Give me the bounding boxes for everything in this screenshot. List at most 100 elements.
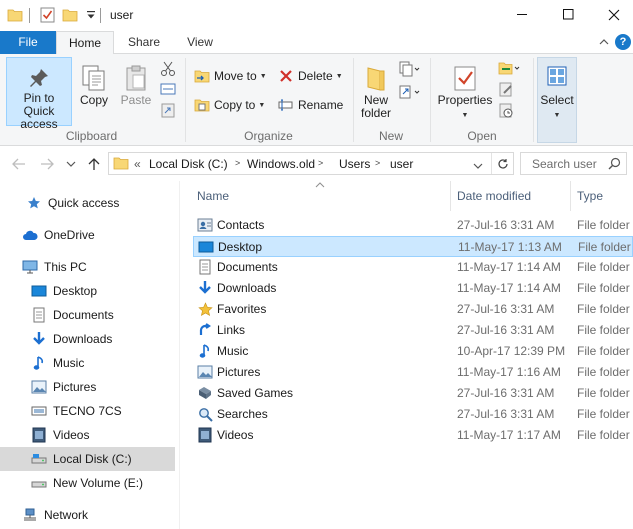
- videos-icon: [31, 427, 47, 443]
- network-icon: [22, 507, 38, 523]
- new-folder-button[interactable]: New folder: [358, 57, 394, 125]
- back-arrow-icon[interactable]: [10, 155, 28, 173]
- file-row[interactable]: Music 10-Apr-17 12:39 PM File folder: [193, 341, 633, 362]
- nav-item-quick-access[interactable]: Quick access: [0, 191, 175, 215]
- delete-button[interactable]: Delete ▼: [277, 65, 343, 87]
- breadcrumb-user[interactable]: user: [390, 157, 413, 171]
- address-bar[interactable]: « Local Disk (C:) > Windows.old > Users …: [108, 152, 514, 175]
- maximize-button[interactable]: [545, 0, 591, 29]
- nav-item-local-disk[interactable]: Local Disk (C:): [0, 447, 175, 471]
- pin-to-quick-access-button[interactable]: Pin to Quick access: [6, 57, 72, 131]
- tab-home[interactable]: Home: [56, 31, 114, 55]
- copy-path-icon[interactable]: [160, 82, 176, 99]
- open-icon[interactable]: [498, 60, 520, 79]
- cloud-icon: [22, 227, 38, 243]
- breadcrumb-local-disk[interactable]: Local Disk (C:): [149, 157, 228, 171]
- minimize-button[interactable]: [499, 0, 545, 29]
- paste-label: Paste: [120, 93, 152, 107]
- minimize-ribbon-icon[interactable]: [597, 35, 611, 49]
- rename-label: Rename: [298, 98, 344, 112]
- file-date: 10-Apr-17 12:39 PM: [457, 344, 566, 358]
- file-type: File folder: [577, 281, 630, 295]
- music-icon: [197, 343, 213, 359]
- recent-locations-icon[interactable]: [62, 155, 80, 173]
- move-to-button[interactable]: Move to ▼: [193, 65, 267, 87]
- refresh-button[interactable]: [491, 153, 513, 174]
- nav-item-network[interactable]: Network: [0, 503, 175, 527]
- column-header-date[interactable]: Date modified: [457, 189, 531, 203]
- nav-item-onedrive[interactable]: OneDrive: [0, 223, 175, 247]
- new-item-icon[interactable]: [398, 61, 420, 80]
- computer-icon: [22, 259, 38, 275]
- copy-label: Copy: [79, 93, 108, 107]
- easy-access-icon[interactable]: [398, 84, 420, 103]
- file-date: 11-May-17 1:13 AM: [458, 240, 562, 254]
- customize-toolbar-icon[interactable]: [82, 6, 100, 24]
- nav-item-videos[interactable]: Videos: [0, 423, 175, 447]
- file-row[interactable]: Pictures 11-May-17 1:16 AM File folder: [193, 362, 633, 383]
- tab-share[interactable]: Share: [116, 31, 172, 54]
- search-box[interactable]: Search user: [520, 152, 627, 175]
- file-row[interactable]: Videos 11-May-17 1:17 AM File folder: [193, 425, 633, 446]
- paste-shortcut-icon[interactable]: [160, 102, 176, 121]
- nav-item-new-volume[interactable]: New Volume (E:): [0, 471, 175, 495]
- paste-button[interactable]: Paste: [117, 57, 155, 117]
- file-row[interactable]: Contacts 27-Jul-16 3:31 AM File folder: [193, 215, 633, 236]
- file-row[interactable]: Saved Games 27-Jul-16 3:31 AM File folde…: [193, 383, 633, 404]
- new-folder-quick-icon[interactable]: [61, 6, 79, 24]
- file-date: 11-May-17 1:17 AM: [457, 428, 561, 442]
- star-icon: [26, 195, 42, 211]
- search-icon: [608, 157, 621, 173]
- nav-label: TECNO 7CS: [53, 404, 122, 418]
- file-row-selected[interactable]: Desktop 11-May-17 1:13 AM File folder: [193, 236, 633, 257]
- sort-ascending-icon: [315, 181, 325, 190]
- column-header-type[interactable]: Type: [577, 189, 603, 203]
- close-button[interactable]: [591, 0, 633, 29]
- edit-icon[interactable]: [498, 81, 514, 100]
- move-to-icon: [193, 67, 211, 85]
- copy-to-button[interactable]: Copy to ▼: [193, 94, 265, 116]
- download-icon: [31, 331, 47, 347]
- nav-item-music[interactable]: Music: [0, 351, 175, 375]
- navigation-pane: Quick access OneDrive This PC Desktop Do…: [0, 181, 180, 529]
- file-row[interactable]: Favorites 27-Jul-16 3:31 AM File folder: [193, 299, 633, 320]
- copy-button[interactable]: Copy: [77, 57, 111, 117]
- file-row[interactable]: Downloads 11-May-17 1:14 AM File folder: [193, 278, 633, 299]
- file-name: Links: [217, 323, 246, 337]
- copy-to-label: Copy to: [214, 98, 256, 112]
- nav-item-pictures[interactable]: Pictures: [0, 375, 175, 399]
- file-name: Downloads: [217, 281, 277, 295]
- tab-view[interactable]: View: [172, 31, 228, 54]
- up-arrow-icon[interactable]: [85, 155, 103, 173]
- search-placeholder: Search user: [532, 157, 597, 171]
- nav-item-tecno[interactable]: TECNO 7CS: [0, 399, 175, 423]
- address-dropdown-icon[interactable]: [473, 159, 483, 173]
- file-row[interactable]: Documents 11-May-17 1:14 AM File folder: [193, 257, 633, 278]
- file-name: Pictures: [217, 365, 261, 379]
- rename-button[interactable]: Rename: [277, 94, 343, 116]
- column-header-name[interactable]: Name: [197, 189, 229, 203]
- title-bar: user: [0, 0, 633, 31]
- history-icon[interactable]: [498, 102, 514, 121]
- breadcrumb-overflow[interactable]: «: [134, 157, 141, 171]
- file-row[interactable]: Links 27-Jul-16 3:31 AM File folder: [193, 320, 633, 341]
- nav-item-downloads[interactable]: Downloads: [0, 327, 175, 351]
- cut-icon[interactable]: [160, 61, 176, 80]
- select-button[interactable]: Select ▼: [537, 57, 577, 143]
- tab-file[interactable]: File: [0, 31, 56, 54]
- desktop-icon: [198, 239, 214, 255]
- breadcrumb-users[interactable]: Users: [339, 157, 370, 171]
- file-row[interactable]: Searches 27-Jul-16 3:31 AM File folder: [193, 404, 633, 425]
- properties-quick-icon[interactable]: [38, 6, 56, 24]
- pictures-icon: [31, 379, 47, 395]
- nav-item-this-pc[interactable]: This PC: [0, 255, 175, 279]
- properties-button[interactable]: Properties ▼: [437, 57, 493, 127]
- help-button[interactable]: ?: [615, 34, 631, 50]
- nav-item-documents[interactable]: Documents: [0, 303, 175, 327]
- new-group-label: New: [378, 129, 403, 143]
- forward-arrow-icon[interactable]: [38, 155, 56, 173]
- paste-icon: [124, 64, 148, 94]
- breadcrumb-windows-old[interactable]: Windows.old: [247, 157, 315, 171]
- file-date: 27-Jul-16 3:31 AM: [457, 386, 555, 400]
- nav-item-desktop[interactable]: Desktop: [0, 279, 175, 303]
